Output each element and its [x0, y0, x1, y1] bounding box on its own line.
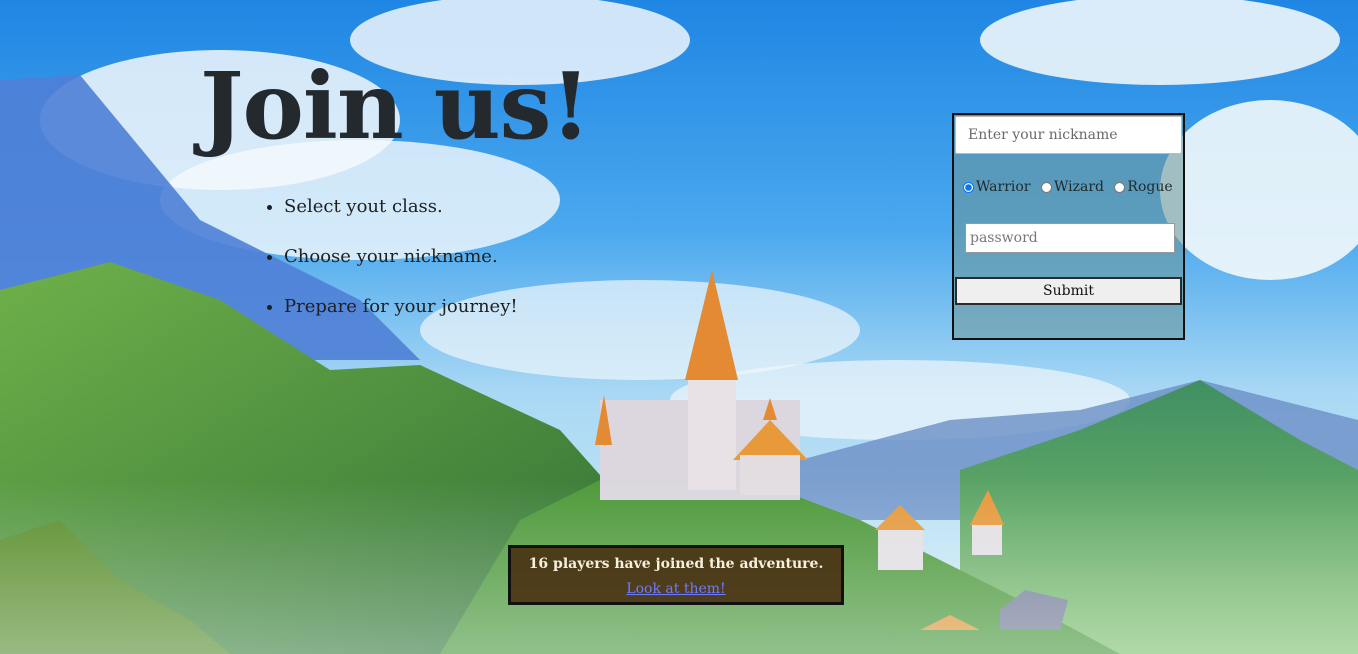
players-count-message: 16 players have joined the adventure.	[528, 556, 824, 572]
page-title: Join us!	[200, 52, 591, 160]
steps-list: Select yout class. Choose your nickname.…	[266, 196, 518, 346]
submit-button[interactable]: Submit	[955, 277, 1182, 305]
class-radio-group: Warrior Wizard Rogue	[963, 179, 1179, 197]
password-field[interactable]	[965, 223, 1175, 253]
class-option-rogue[interactable]: Rogue	[1114, 179, 1173, 195]
step-item-journey: Prepare for your journey!	[284, 296, 518, 318]
rogue-radio[interactable]	[1114, 181, 1126, 193]
warrior-label: Warrior	[976, 179, 1031, 195]
class-option-warrior[interactable]: Warrior	[963, 179, 1031, 195]
wizard-label: Wizard	[1053, 179, 1104, 195]
warrior-radio[interactable]	[963, 181, 974, 193]
class-option-wizard[interactable]: Wizard	[1040, 179, 1104, 195]
step-item-class: Select yout class.	[284, 196, 518, 218]
rogue-label: Rogue	[1127, 179, 1173, 195]
players-panel: 16 players have joined the adventure. Lo…	[508, 545, 844, 605]
view-players-link[interactable]: Look at them!	[626, 581, 725, 597]
nickname-input[interactable]	[955, 116, 1182, 154]
step-item-nickname: Choose your nickname.	[284, 246, 518, 268]
wizard-radio[interactable]	[1040, 181, 1052, 193]
join-form: Warrior Wizard Rogue Submit	[952, 113, 1185, 340]
